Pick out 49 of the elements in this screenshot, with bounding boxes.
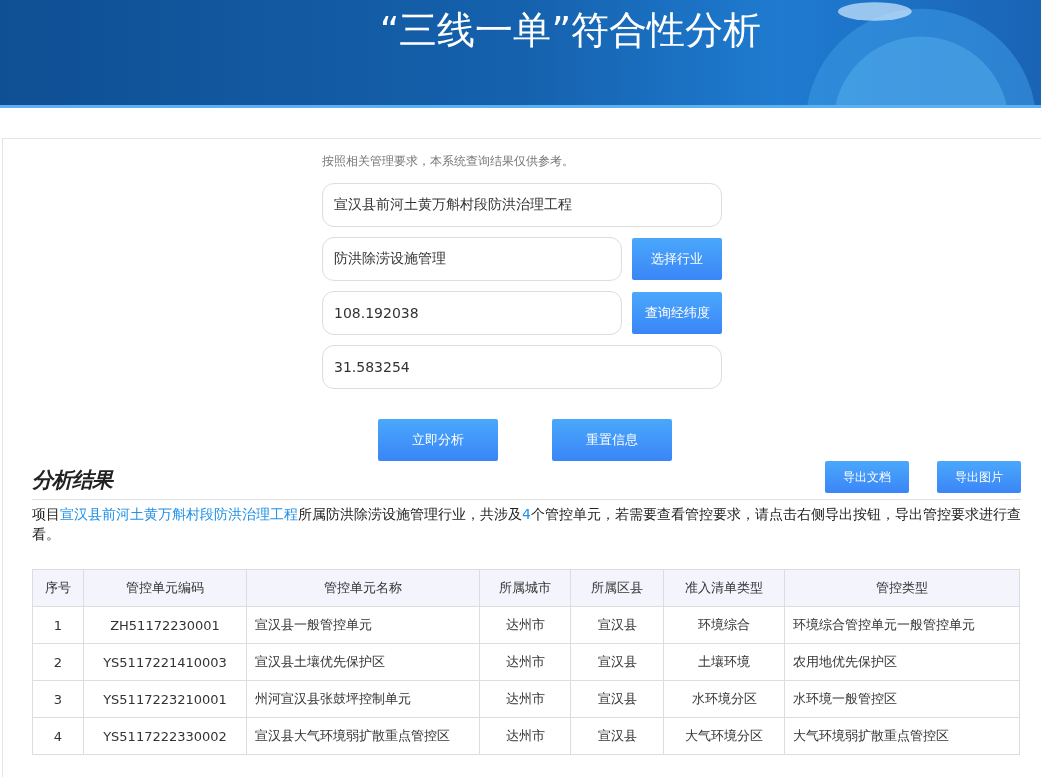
table-cell: YS5117222330002 — [83, 717, 247, 755]
table-cell: 州河宣汉县张鼓坪控制单元 — [246, 680, 480, 718]
table-cell: 4 — [32, 717, 84, 755]
table-cell: YS5117221410003 — [83, 643, 247, 681]
field-button[interactable]: 选择行业 — [632, 238, 722, 280]
table-cell: 宣汉县 — [570, 717, 664, 755]
table-cell: YS5117223210001 — [83, 680, 247, 718]
export-button[interactable]: 导出文档 — [825, 461, 909, 493]
column-header: 管控单元编码 — [83, 569, 247, 607]
column-header: 管控类型 — [784, 569, 1020, 607]
input-field[interactable]: 防洪除涝设施管理 — [322, 237, 622, 281]
action-button[interactable]: 立即分析 — [378, 419, 498, 461]
action-button[interactable]: 重置信息 — [552, 419, 672, 461]
table-cell: 2 — [32, 643, 84, 681]
table-cell: 农用地优先保护区 — [784, 643, 1020, 681]
table-cell: 达州市 — [479, 717, 571, 755]
table-cell: 宣汉县 — [570, 606, 664, 644]
table-cell: ZH51172230001 — [83, 606, 247, 644]
input-field[interactable]: 31.583254 — [322, 345, 722, 389]
column-header: 管控单元名称 — [246, 569, 480, 607]
section-heading: 分析结果 — [32, 467, 112, 494]
table-cell: 达州市 — [479, 606, 571, 644]
table-cell: 达州市 — [479, 643, 571, 681]
table-cell: 水环境分区 — [663, 680, 785, 718]
table-cell: 水环境一般管控区 — [784, 680, 1020, 718]
export-button[interactable]: 导出图片 — [937, 461, 1021, 493]
table-cell: 达州市 — [479, 680, 571, 718]
table-cell: 大气环境分区 — [663, 717, 785, 755]
field-button[interactable]: 查询经纬度 — [632, 292, 722, 334]
table-cell: 1 — [32, 606, 84, 644]
table-cell: 3 — [32, 680, 84, 718]
input-field[interactable]: 宣汉县前河土黄万斛村段防洪治理工程 — [322, 183, 722, 227]
table-cell: 宣汉县土壤优先保护区 — [246, 643, 480, 681]
column-header: 所属区县 — [570, 569, 664, 607]
table-cell: 宣汉县 — [570, 643, 664, 681]
table-cell: 宣汉县大气环境弱扩散重点管控区 — [246, 717, 480, 755]
input-field[interactable]: 108.192038 — [322, 291, 622, 335]
notice-text: 按照相关管理要求，本系统查询结果仅供参考。 — [322, 153, 575, 169]
page-title: “三线一单”符合性分析 — [379, 7, 762, 54]
table-cell: 环境综合 — [663, 606, 785, 644]
table-cell: 大气环境弱扩散重点管控区 — [784, 717, 1020, 755]
table-cell: 环境综合管控单元一般管控单元 — [784, 606, 1020, 644]
column-header: 准入清单类型 — [663, 569, 785, 607]
summary-text: 项目宣汉县前河土黄万斛村段防洪治理工程所属防洪除涝设施管理行业，共涉及4个管控单元，若需要查看管控要求，请点击右侧导出按钮，导出管控要求进行查看。 — [32, 505, 1021, 544]
table-cell: 宣汉县 — [570, 680, 664, 718]
column-header: 所属城市 — [479, 569, 571, 607]
table-cell: 宣汉县一般管控单元 — [246, 606, 480, 644]
column-header: 序号 — [32, 569, 84, 607]
table-cell: 土壤环境 — [663, 643, 785, 681]
